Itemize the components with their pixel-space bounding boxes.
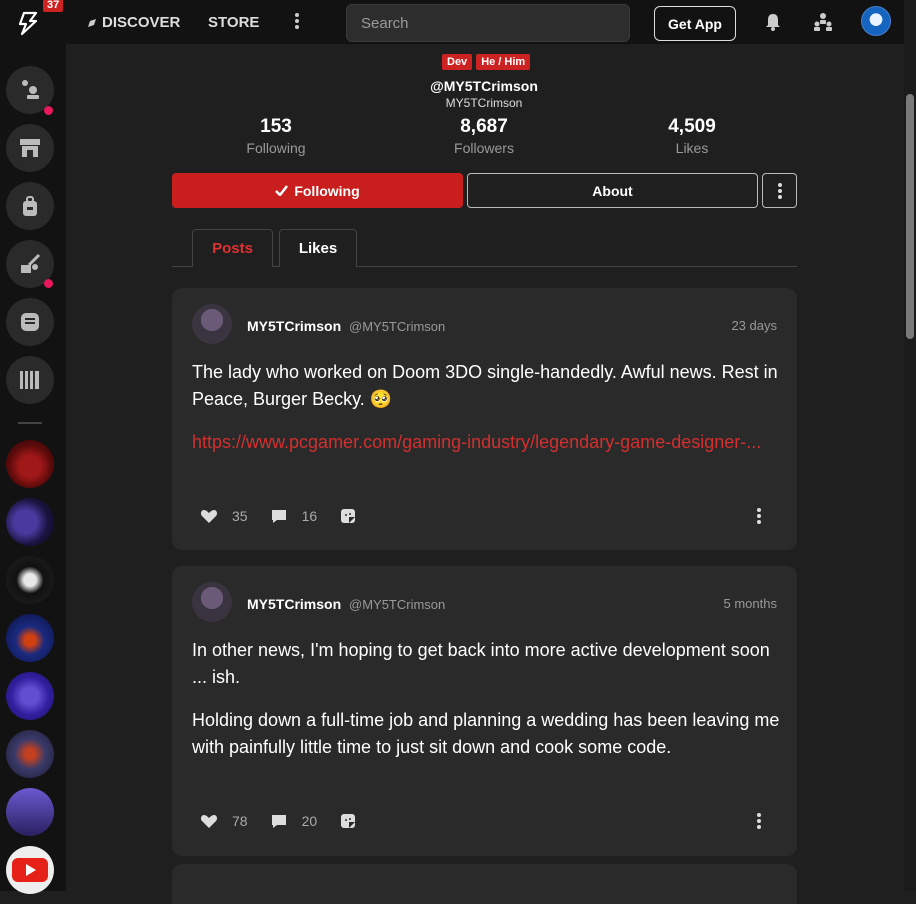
- sidebar-game-1[interactable]: [6, 440, 54, 488]
- profile-badges: Dev He / Him: [442, 54, 531, 70]
- profile-more-button[interactable]: [762, 173, 797, 208]
- post-link[interactable]: https://www.pcgamer.com/gaming-industry/…: [192, 429, 782, 456]
- store-icon: [20, 139, 40, 157]
- backpack-icon: [23, 196, 37, 216]
- like-count: 35: [232, 508, 248, 524]
- post-author-handle[interactable]: @MY5TCrimson: [349, 319, 445, 334]
- chat-icon: [21, 313, 39, 331]
- sidebar-chat-button[interactable]: [6, 298, 54, 346]
- comment-icon[interactable]: [270, 507, 288, 525]
- stat-following-label: Following: [246, 140, 306, 156]
- stat-followers[interactable]: 8,687 Followers: [424, 116, 544, 156]
- top-bar: 37 DISCOVER STORE Get App: [0, 0, 904, 44]
- stat-following-value: 153: [260, 116, 292, 137]
- sticker-icon[interactable]: [339, 507, 357, 525]
- more-vertical-icon[interactable]: [288, 10, 306, 32]
- like-count: 78: [232, 813, 248, 829]
- check-icon: [275, 185, 289, 196]
- sidebar: [0, 44, 66, 894]
- sidebar-divider: [18, 422, 42, 424]
- nav-discover-label: DISCOVER: [102, 14, 181, 31]
- discover-icon: [88, 18, 96, 27]
- post-body-text: Holding down a full-time job and plannin…: [192, 710, 780, 757]
- get-app-button[interactable]: Get App: [654, 6, 736, 41]
- comment-count: 16: [301, 508, 318, 524]
- following-button[interactable]: Following: [172, 173, 463, 208]
- page-scrollbar[interactable]: [904, 0, 916, 891]
- heart-icon[interactable]: [200, 812, 218, 830]
- nav-discover[interactable]: DISCOVER: [86, 14, 180, 31]
- quests-notification-dot: [44, 279, 53, 288]
- sidebar-store-button[interactable]: [6, 124, 54, 172]
- more-vertical-icon: [777, 182, 782, 199]
- scrollbar-thumb[interactable]: [906, 94, 914, 339]
- sidebar-game-6[interactable]: [6, 730, 54, 778]
- stat-followers-value: 8,687: [460, 116, 508, 137]
- post-more-icon[interactable]: [751, 506, 767, 526]
- bell-icon[interactable]: [762, 11, 784, 33]
- sidebar-game-3[interactable]: [6, 556, 54, 604]
- nav-store[interactable]: STORE: [208, 14, 259, 31]
- post-actions: 78 20: [200, 812, 357, 830]
- sidebar-youtube[interactable]: [6, 846, 54, 894]
- sidebar-game-4[interactable]: [6, 614, 54, 662]
- stat-likes-value: 4,509: [668, 116, 716, 137]
- search-input[interactable]: [346, 4, 630, 42]
- tab-likes[interactable]: Likes: [279, 229, 357, 267]
- post-author-avatar[interactable]: [192, 304, 232, 344]
- post-body-text: In other news, I'm hoping to get back in…: [192, 640, 770, 687]
- sticker-icon[interactable]: [339, 812, 357, 830]
- sidebar-game-2[interactable]: [6, 498, 54, 546]
- sidebar-library-button[interactable]: [6, 356, 54, 404]
- heart-icon[interactable]: [200, 507, 218, 525]
- dev-badge: Dev: [442, 54, 473, 70]
- notification-count-badge: 37: [43, 0, 64, 12]
- sidebar-inventory-button[interactable]: [6, 182, 54, 230]
- post-more-icon[interactable]: [751, 811, 767, 831]
- stat-followers-label: Followers: [454, 140, 514, 156]
- post-author-name[interactable]: MY5TCrimson: [247, 596, 341, 612]
- post-timestamp[interactable]: 5 months: [724, 596, 777, 611]
- post-card[interactable]: [172, 864, 797, 904]
- tab-posts[interactable]: Posts: [192, 229, 273, 267]
- quest-icon: [21, 253, 41, 273]
- gamejolt-logo-icon[interactable]: [14, 10, 44, 36]
- post-author-handle[interactable]: @MY5TCrimson: [349, 597, 445, 612]
- pronouns-badge: He / Him: [476, 54, 531, 70]
- post-actions: 35 16: [200, 507, 357, 525]
- profile-display-name: MY5TCrimson: [445, 96, 523, 110]
- about-button[interactable]: About: [467, 173, 758, 208]
- post-card[interactable]: MY5TCrimson @MY5TCrimson 23 days The lad…: [172, 288, 797, 550]
- profile-handle: @MY5TCrimson: [430, 78, 538, 94]
- comment-icon[interactable]: [270, 812, 288, 830]
- sidebar-game-7[interactable]: [6, 788, 54, 836]
- stat-likes[interactable]: 4,509 Likes: [632, 116, 752, 156]
- user-avatar[interactable]: [861, 6, 891, 36]
- post-card[interactable]: MY5TCrimson @MY5TCrimson 5 months In oth…: [172, 566, 797, 856]
- youtube-icon: [12, 858, 48, 882]
- post-body-text: The lady who worked on Doom 3DO single-h…: [192, 362, 778, 409]
- post-timestamp[interactable]: 23 days: [731, 318, 777, 333]
- sidebar-game-5[interactable]: [6, 672, 54, 720]
- friends-icon[interactable]: [812, 11, 834, 33]
- comment-count: 20: [301, 813, 318, 829]
- post-author-name[interactable]: MY5TCrimson: [247, 318, 341, 334]
- stat-likes-label: Likes: [675, 140, 709, 156]
- following-button-label: Following: [294, 182, 360, 199]
- stat-following[interactable]: 153 Following: [216, 116, 336, 156]
- post-author-avatar[interactable]: [192, 582, 232, 622]
- library-icon: [20, 371, 39, 389]
